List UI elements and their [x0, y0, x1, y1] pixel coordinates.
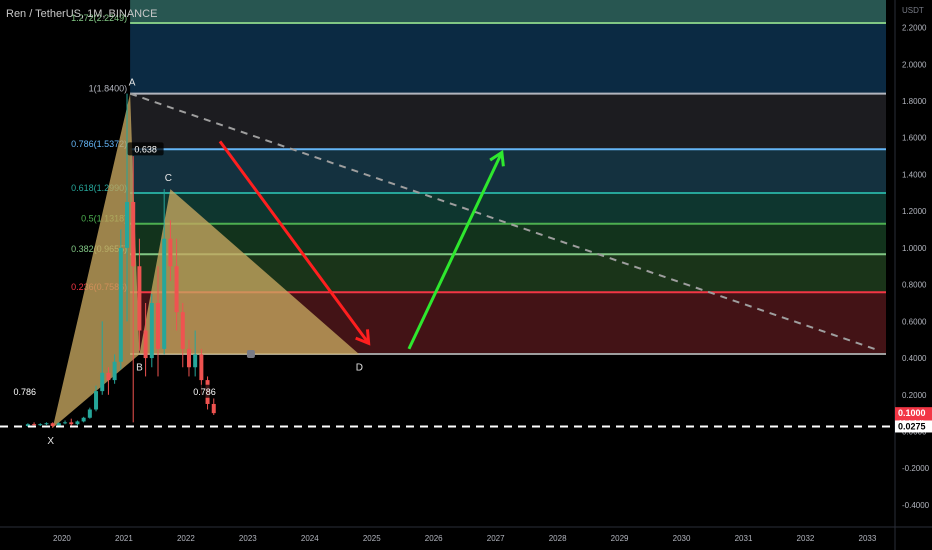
candle-body-19: [143, 330, 148, 359]
fib-zone-2: [130, 93, 887, 150]
symbol-title: Ren / TetherUS, 1M, BINANCE: [6, 8, 158, 20]
candle-body-1: [32, 424, 37, 426]
price-tick-label: -0.2000: [902, 464, 930, 473]
price-tick-label: 2.0000: [902, 60, 927, 69]
candle-body-17: [131, 201, 136, 267]
time-tick-label: 2020: [53, 534, 71, 543]
pattern-point-x: X: [47, 436, 54, 447]
time-tick-label: 2029: [611, 534, 629, 543]
price-tick-label: 0.8000: [902, 281, 927, 290]
candle-body-28: [199, 354, 204, 381]
price-tag-value-0: 0.1000: [898, 408, 926, 418]
price-tick-label: 0.4000: [902, 354, 927, 363]
price-tick-label: -0.4000: [902, 501, 930, 510]
fib-level-label-1: 1(1.8400): [89, 84, 128, 94]
price-tick-label: 0.2000: [902, 391, 927, 400]
time-tick-label: 2030: [673, 534, 691, 543]
candle-body-4: [50, 423, 55, 427]
fib-zone-5: [130, 223, 887, 255]
price-tick-label: 1.2000: [902, 207, 927, 216]
ratio-label-2: 0.786: [193, 387, 216, 397]
candle-body-2: [38, 424, 43, 426]
pattern-point-d: D: [356, 362, 363, 373]
time-tick-label: 2025: [363, 534, 381, 543]
chart-canvas[interactable]: 1.272(2.2249)1(1.8400)0.786(1.5372)0.618…: [0, 0, 932, 550]
time-tick-label: 2022: [177, 534, 195, 543]
candle-body-6: [63, 422, 68, 424]
candle-body-9: [81, 417, 86, 422]
time-tick-label: 2031: [735, 534, 753, 543]
time-tick-label: 2028: [549, 534, 567, 543]
candle-body-26: [186, 348, 191, 368]
time-tick-label: 2026: [425, 534, 443, 543]
candle-body-14: [112, 361, 117, 381]
candle-body-8: [75, 421, 80, 425]
candle-body-16: [125, 201, 130, 248]
alert-marker-icon[interactable]: [246, 349, 255, 358]
candle-body-3: [44, 423, 49, 425]
candle-body-27: [193, 354, 198, 368]
price-tick-label: 2.2000: [902, 24, 927, 33]
time-tick-label: 2033: [859, 534, 877, 543]
time-tick-label: 2024: [301, 534, 319, 543]
price-tick-label: 1.6000: [902, 134, 927, 143]
candle-body-13: [106, 372, 111, 381]
price-axis-unit: USDT: [902, 6, 924, 15]
pattern-point-a: A: [129, 78, 136, 89]
ratio-label-1: 0.638: [134, 144, 157, 154]
fib-zone-0: [130, 0, 887, 23]
candle-body-25: [180, 312, 185, 349]
candle-body-15: [118, 247, 123, 362]
fib-zone-1: [130, 22, 887, 94]
time-tick-label: 2027: [487, 534, 505, 543]
time-tick-label: 2021: [115, 534, 133, 543]
candle-body-30: [211, 403, 216, 414]
price-tag-value-1: 0.0275: [898, 421, 926, 431]
pattern-point-b: B: [136, 362, 143, 373]
candle-body-24: [174, 266, 179, 313]
candle-body-11: [94, 391, 99, 410]
time-tick-label: 2023: [239, 534, 257, 543]
time-tick-label: 2032: [797, 534, 815, 543]
price-tick-label: 1.4000: [902, 170, 927, 179]
price-tick-label: 1.0000: [902, 244, 927, 253]
candle-body-12: [100, 372, 105, 392]
candle-body-7: [69, 422, 74, 425]
price-tick-label: 0.6000: [902, 317, 927, 326]
candle-body-20: [149, 302, 154, 359]
candle-body-10: [87, 409, 92, 418]
candle-body-23: [168, 238, 173, 267]
ratio-label-0: 0.786: [14, 387, 37, 397]
pattern-point-c: C: [165, 173, 172, 184]
price-tick-label: 1.8000: [902, 97, 927, 106]
candle-body-22: [162, 238, 167, 349]
candle-body-18: [137, 266, 142, 331]
candle-body-21: [155, 302, 160, 349]
price-axis[interactable]: USDT 2.2000 2.0000 1.8000 1.6000 1.4000 1.2000…: [894, 0, 932, 550]
fib-zone-4: [130, 192, 887, 224]
time-axis[interactable]: 2020 2021 2022 2023 2024 2025 2026 2027 2028 2029…: [0, 526, 932, 543]
